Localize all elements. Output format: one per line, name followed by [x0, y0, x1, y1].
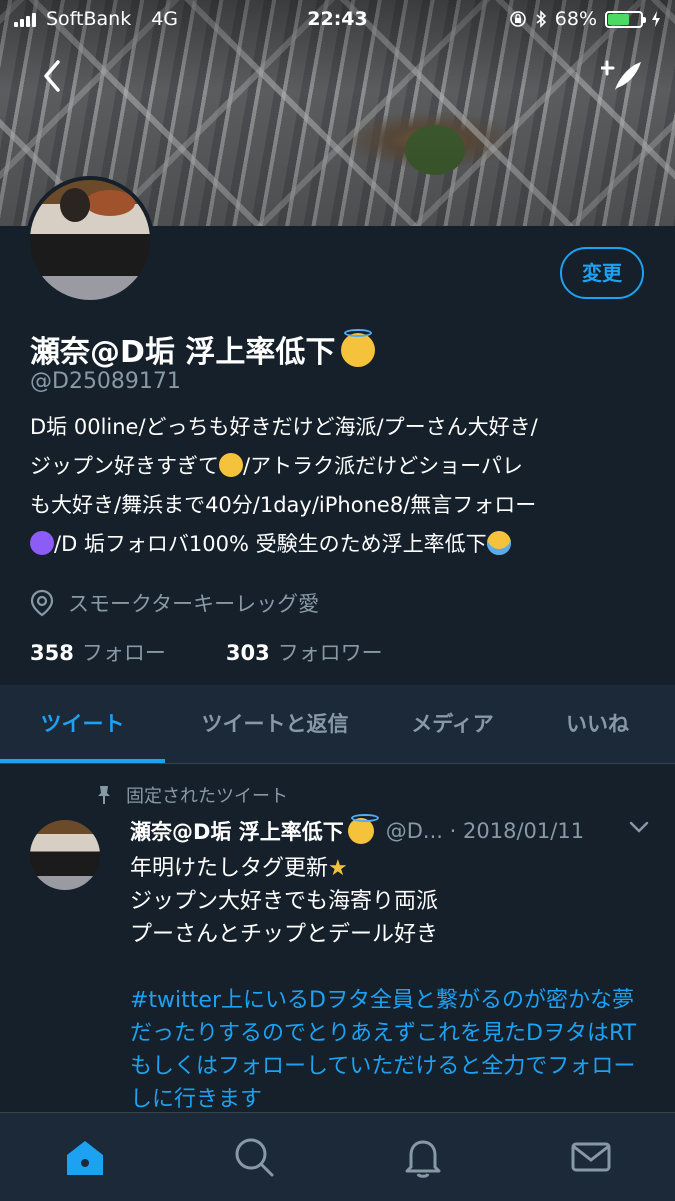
halo-emoji-icon	[347, 814, 379, 844]
followers-link[interactable]: 303 フォロワー	[226, 637, 383, 667]
tweet-author-handle: @D...	[385, 819, 443, 843]
profile-bio: D垢 00line/どっちも好きだけど海派/プーさん大好き/ ジップン好きすぎて…	[30, 415, 538, 556]
back-button[interactable]	[40, 58, 76, 98]
chevron-left-icon	[44, 60, 60, 92]
charging-icon	[652, 11, 660, 27]
profile-location: スモークターキーレッグ愛	[30, 588, 319, 618]
nav-search[interactable]	[230, 1133, 278, 1181]
tweet-date: 2018/01/11	[463, 819, 585, 843]
tweet-header: 瀬奈@D垢 浮上率低下 @D... · 2018/01/11	[130, 814, 650, 846]
profile-tabs: ツイート ツイートと返信 メディア いいね	[0, 685, 675, 764]
location-pin-icon	[30, 589, 54, 617]
tweet-author-name[interactable]: 瀬奈@D垢 浮上率低下	[130, 816, 344, 846]
status-bar: SoftBank 4G 22:43 68%	[0, 0, 675, 38]
battery-percent: 68%	[554, 8, 597, 30]
tweet-author-avatar[interactable]	[30, 820, 100, 890]
bell-icon	[405, 1140, 441, 1178]
tab-tweets-and-replies[interactable]: ツイートと返信	[165, 685, 385, 763]
nav-messages[interactable]	[567, 1133, 615, 1181]
tweet-text: 年明けたしタグ更新★ ジップン大好きでも海寄り両派 プーさんとチップとデール好き	[130, 852, 650, 951]
nav-home[interactable]	[61, 1133, 109, 1181]
home-icon	[67, 1141, 103, 1175]
edit-profile-button[interactable]: 変更	[560, 247, 644, 299]
orientation-lock-icon	[509, 11, 526, 27]
kiss-emoji-icon	[219, 453, 243, 477]
compose-button[interactable]	[599, 56, 645, 96]
tweet-hashtag-link[interactable]: #twitter上にいるDヲタ全員と繋がるのが密かな夢だったりするのでとりあえず…	[130, 984, 650, 1116]
tab-tweets[interactable]: ツイート	[0, 685, 165, 763]
bluetooth-icon	[536, 10, 546, 28]
nav-notifications[interactable]	[399, 1133, 447, 1181]
battery-icon	[605, 10, 646, 28]
star-emoji-icon: ★	[328, 856, 348, 881]
tab-likes[interactable]: いいね	[520, 685, 675, 763]
display-name: 瀬奈@D垢 浮上率低下	[30, 327, 376, 371]
pin-icon	[98, 786, 110, 804]
compose-icon	[599, 60, 641, 90]
mail-icon	[571, 1142, 611, 1172]
halo-emoji-icon	[341, 329, 376, 367]
profile-handle: @D25089171	[30, 369, 181, 394]
following-link[interactable]: 358 フォロー	[30, 637, 166, 667]
profile-avatar[interactable]	[26, 176, 154, 304]
battery-fill	[608, 13, 630, 25]
pinned-indicator: 固定されたツイート	[96, 782, 288, 808]
person-gesturing-emoji-icon	[30, 531, 54, 555]
tab-media[interactable]: メディア	[385, 685, 520, 763]
crying-emoji-icon	[486, 531, 511, 555]
search-icon	[235, 1138, 274, 1177]
chevron-down-icon[interactable]	[628, 820, 650, 834]
follow-counts: 358 フォロー 303 フォロワー	[30, 637, 383, 667]
bottom-navigation	[0, 1112, 675, 1201]
